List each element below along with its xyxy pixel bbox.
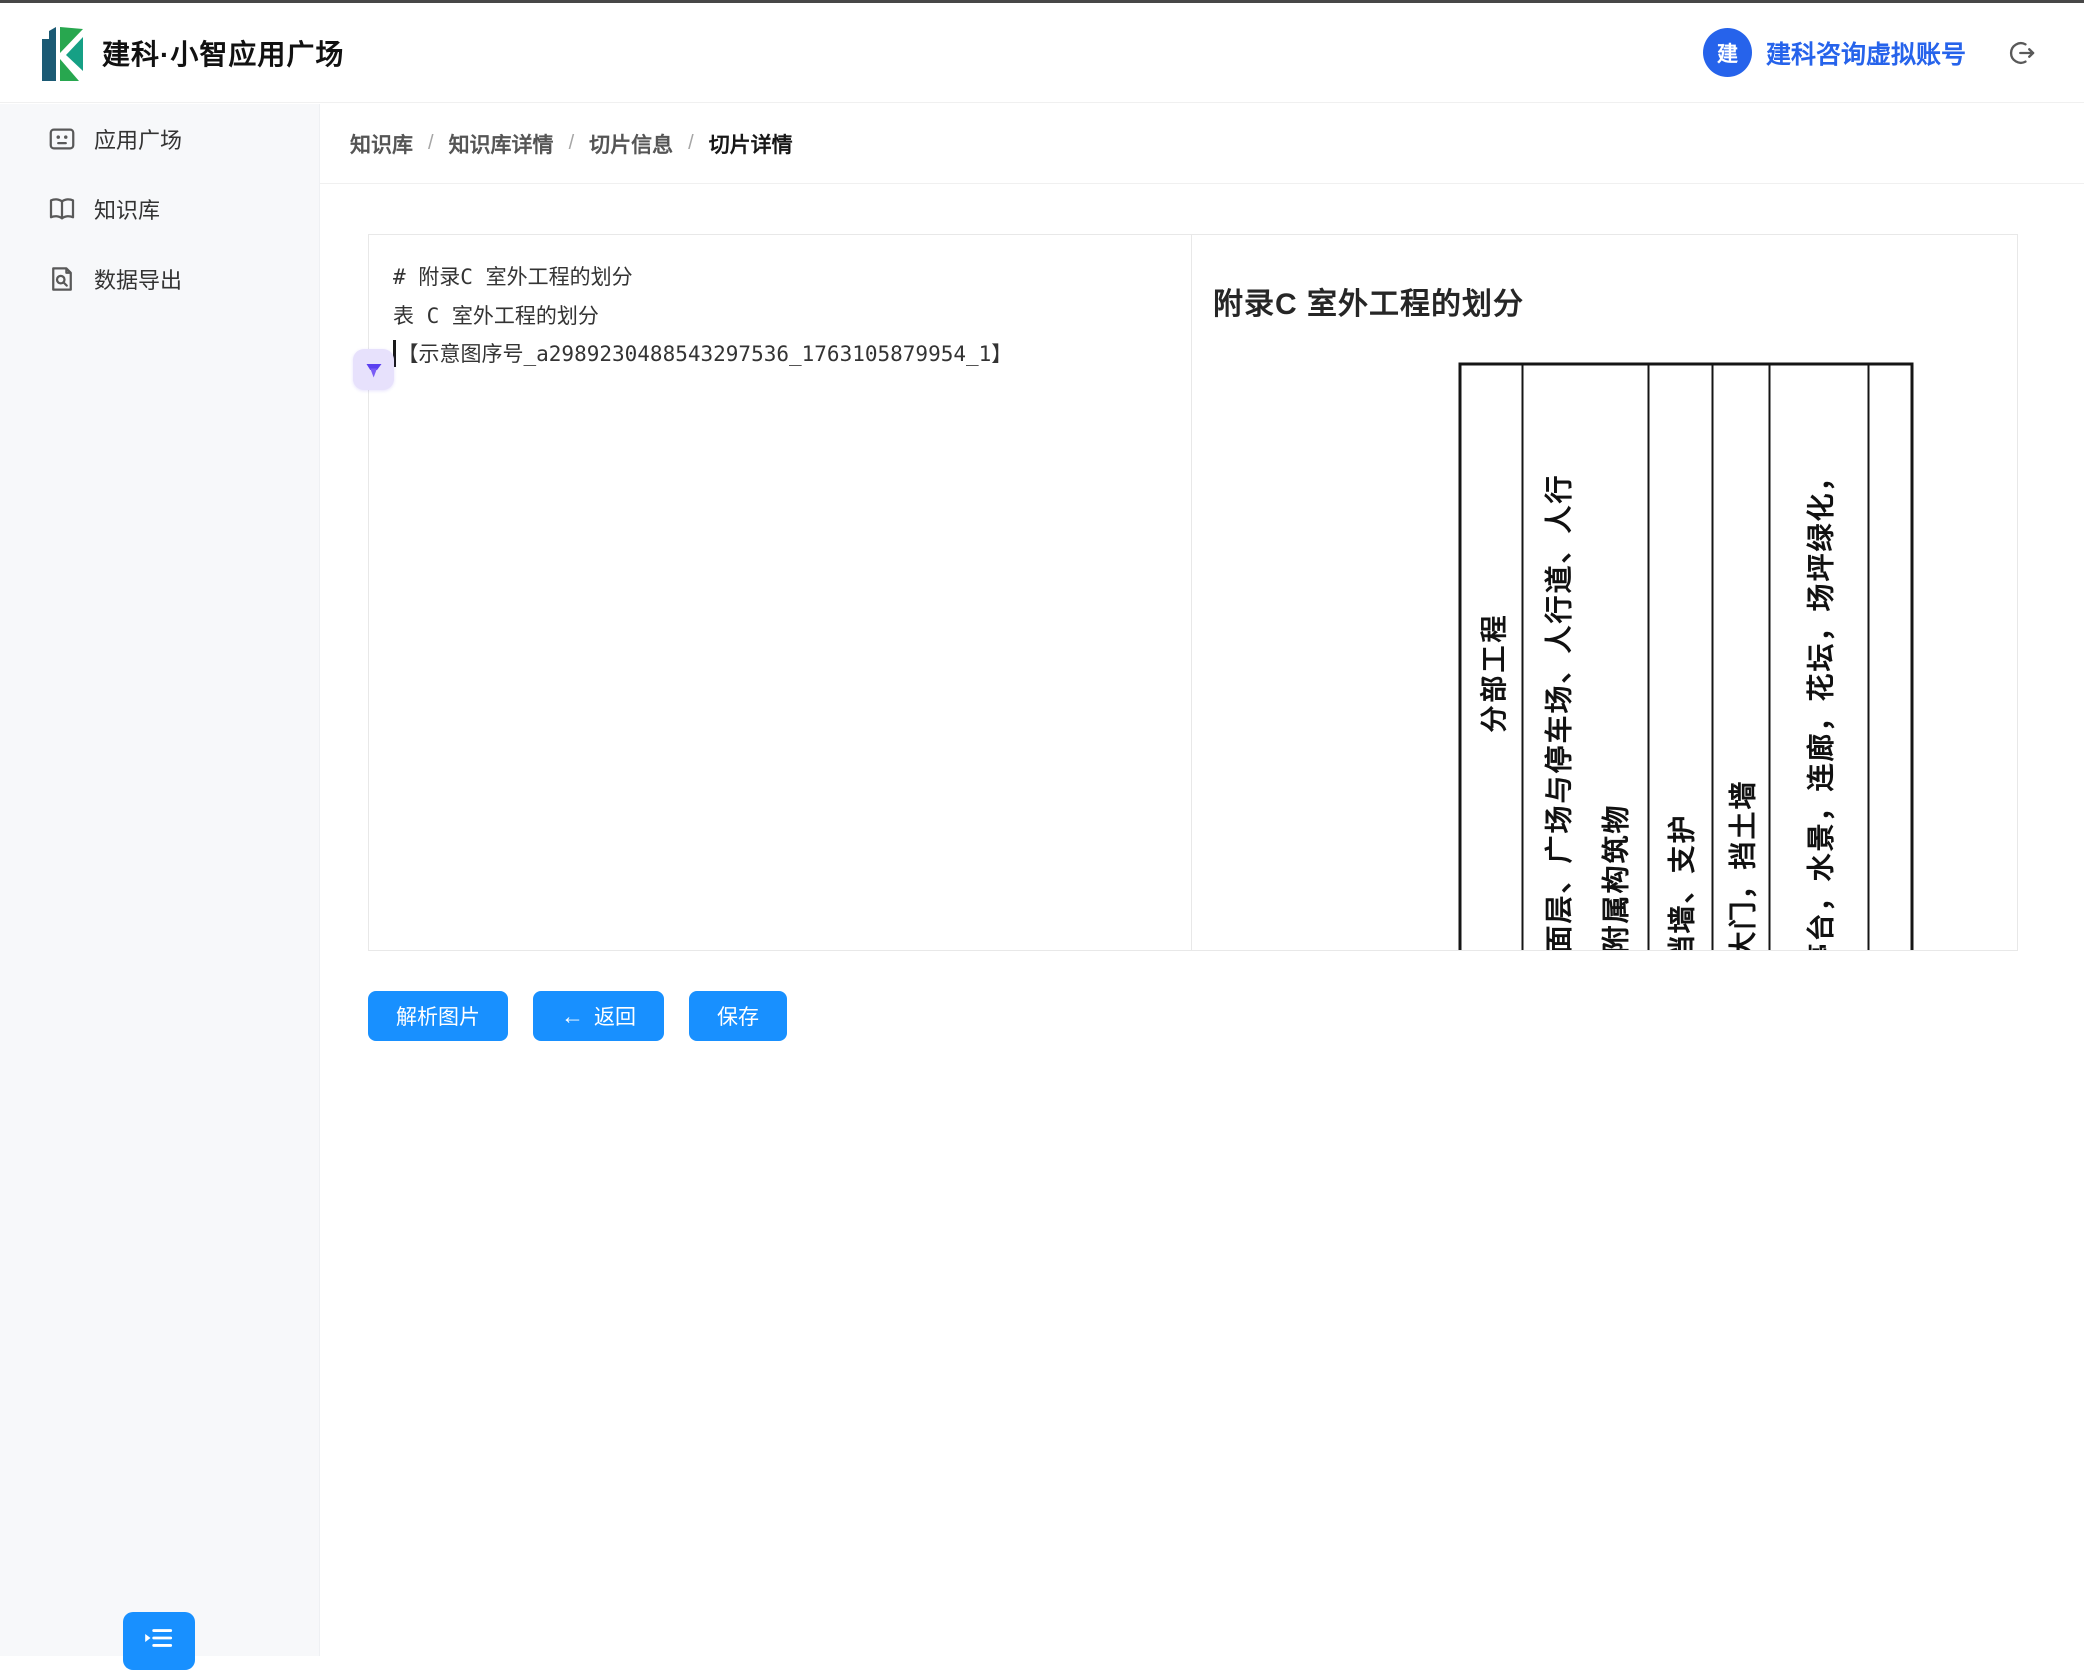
back-arrow-icon: ← — [561, 1005, 584, 1028]
menu-fold-icon — [142, 1621, 176, 1655]
breadcrumb-separator: / — [428, 132, 434, 155]
content: # 附录C 室外工程的划分 表 C 室外工程的划分 【示意图序号_a298923… — [320, 184, 2084, 1041]
breadcrumb-separator: / — [569, 132, 575, 155]
back-button[interactable]: ← 返回 — [533, 991, 664, 1041]
logout-icon[interactable] — [2008, 39, 2036, 67]
sidebar: 应用广场 知识库 数据导出 — [0, 104, 320, 1656]
action-bar: 解析图片 ← 返回 保存 — [368, 991, 2084, 1041]
editor-line: # 附录C 室外工程的划分 — [393, 258, 1167, 297]
rotated-table: 分部工程 面层、广场与停车场、人行道、人行 附属构筑物 挡墙、支护 大门，挡土墙… — [1458, 362, 1913, 950]
breadcrumb-knowledge-base[interactable]: 知识库 — [350, 129, 413, 159]
slice-detail-panel: # 附录C 室外工程的划分 表 C 室外工程的划分 【示意图序号_a298923… — [368, 234, 2018, 951]
table-cell: 挡墙、支护 — [1649, 365, 1713, 950]
main-area: 知识库 / 知识库详情 / 切片信息 / 切片详情 # 附录C 室外工程的划分 … — [320, 104, 2084, 1656]
scanned-table-image: 分部工程 面层、广场与停车场、人行道、人行 附属构筑物 挡墙、支护 大门，挡土墙… — [1458, 362, 1913, 950]
sidebar-item-app-plaza[interactable]: 应用广场 — [0, 104, 319, 174]
breadcrumb-slice-info[interactable]: 切片信息 — [589, 129, 673, 159]
account-name[interactable]: 建科咨询虚拟账号 — [1766, 35, 1966, 71]
breadcrumb-separator: / — [688, 132, 694, 155]
parse-image-button[interactable]: 解析图片 — [368, 991, 508, 1041]
sidebar-item-data-export[interactable]: 数据导出 — [0, 244, 319, 314]
sidebar-item-label: 知识库 — [94, 193, 160, 225]
data-export-icon — [47, 264, 77, 294]
app-title: 建科·小智应用广场 — [102, 33, 344, 73]
app-plaza-icon — [47, 124, 77, 154]
save-button[interactable]: 保存 — [689, 991, 787, 1041]
brand: 建科·小智应用广场 — [42, 25, 344, 81]
slice-preview-pane: 附录C 室外工程的划分 分部工程 面层、广场与停车场、人行道、人行 附属构筑物 … — [1192, 235, 2017, 950]
breadcrumb: 知识库 / 知识库详情 / 切片信息 / 切片详情 — [320, 104, 2084, 184]
editor-line: 【示意图序号_a2989230488543297536_176310587995… — [393, 335, 1167, 374]
table-cell-header: 分部工程 — [1461, 365, 1523, 950]
editor-line: 表 C 室外工程的划分 — [393, 297, 1167, 336]
extension-logo-icon — [362, 358, 386, 382]
preview-title: 附录C 室外工程的划分 — [1213, 279, 2017, 323]
avatar[interactable]: 建 — [1703, 28, 1752, 77]
breadcrumb-kb-detail[interactable]: 知识库详情 — [449, 129, 554, 159]
breadcrumb-slice-detail: 切片详情 — [709, 129, 793, 159]
table-cell: 亭台，水景，连廊，花坛，场坪绿化， — [1770, 365, 1869, 950]
sidebar-collapse-button[interactable] — [123, 1612, 195, 1670]
slice-markdown-editor[interactable]: # 附录C 室外工程的划分 表 C 室外工程的划分 【示意图序号_a298923… — [369, 235, 1192, 950]
sidebar-item-label: 应用广场 — [94, 123, 182, 155]
knowledge-base-icon — [47, 194, 77, 224]
app-header: 建科·小智应用广场 建 建科咨询虚拟账号 — [0, 3, 2084, 103]
extension-badge[interactable] — [353, 349, 394, 390]
account-area: 建 建科咨询虚拟账号 — [1703, 28, 2036, 77]
app-logo-icon — [42, 25, 86, 81]
sidebar-item-knowledge-base[interactable]: 知识库 — [0, 174, 319, 244]
table-cell-empty — [1869, 365, 1910, 950]
sidebar-item-label: 数据导出 — [94, 263, 182, 295]
table-cell: 大门，挡土墙 — [1713, 365, 1770, 950]
table-cell: 面层、广场与停车场、人行道、人行 附属构筑物 — [1523, 365, 1649, 950]
